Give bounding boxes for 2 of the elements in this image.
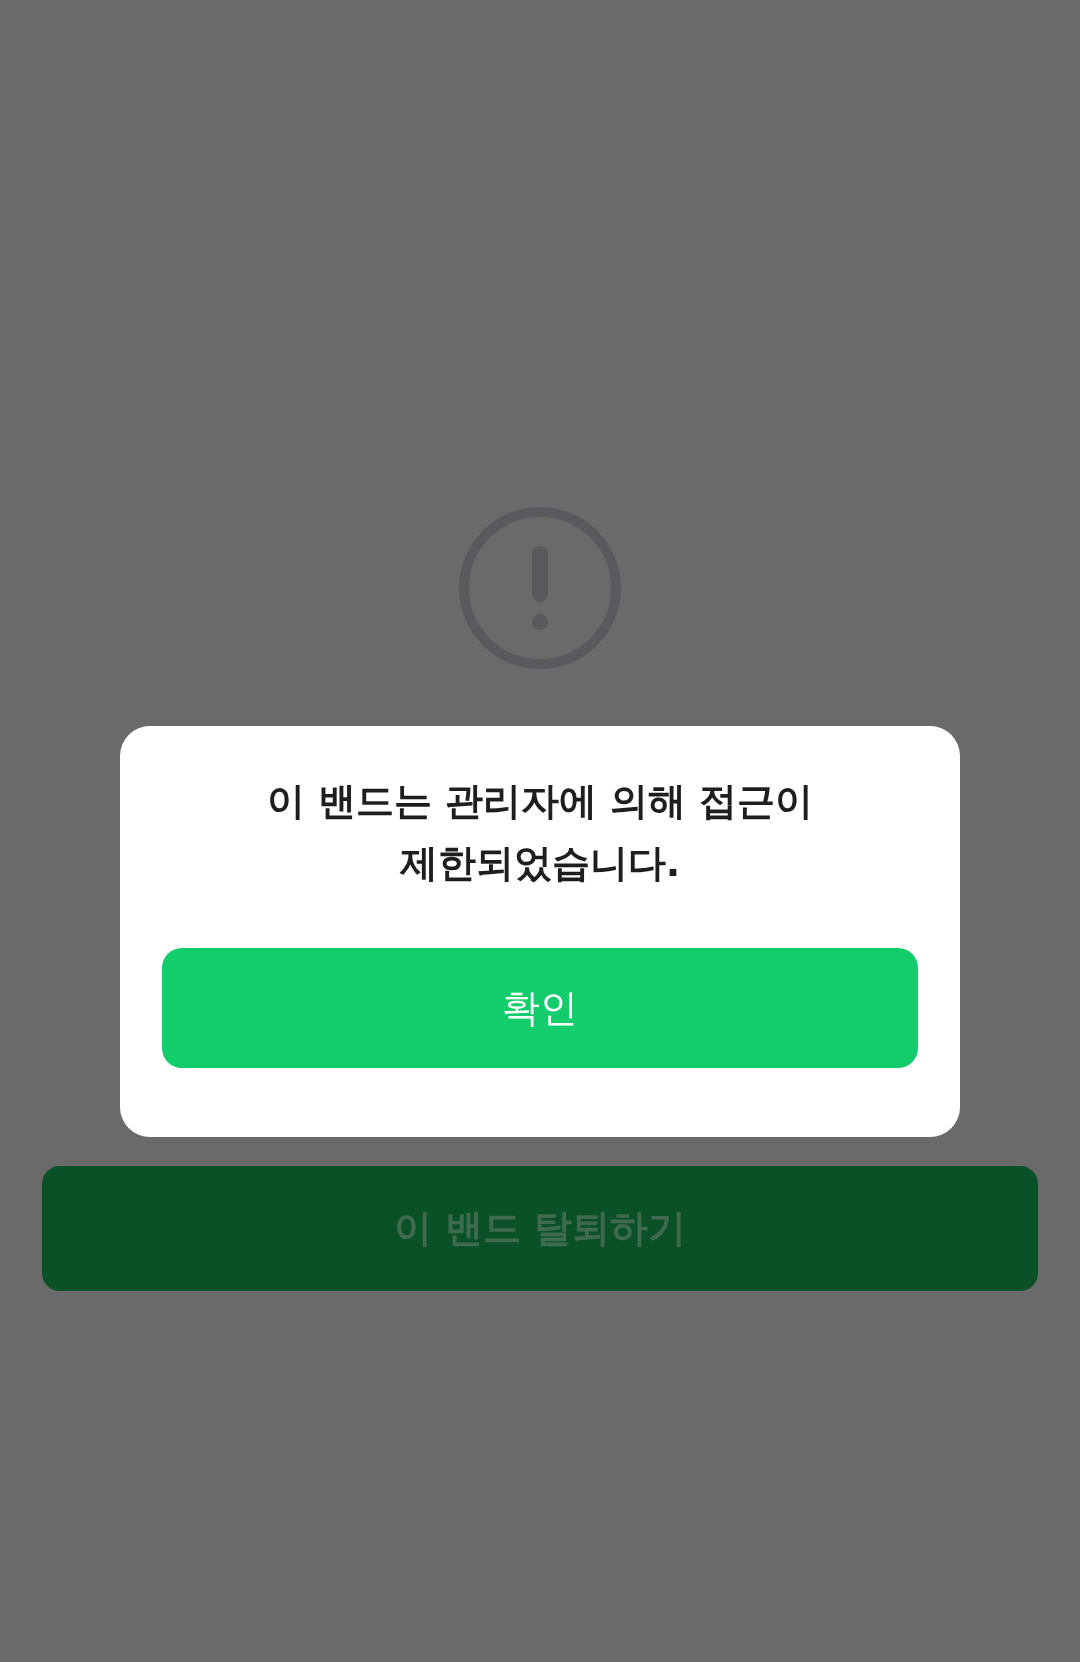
- dialog-message: 이 밴드는 관리자에 의해 접근이 제한되었습니다.: [266, 778, 814, 887]
- confirm-button[interactable]: 확인: [162, 948, 918, 1068]
